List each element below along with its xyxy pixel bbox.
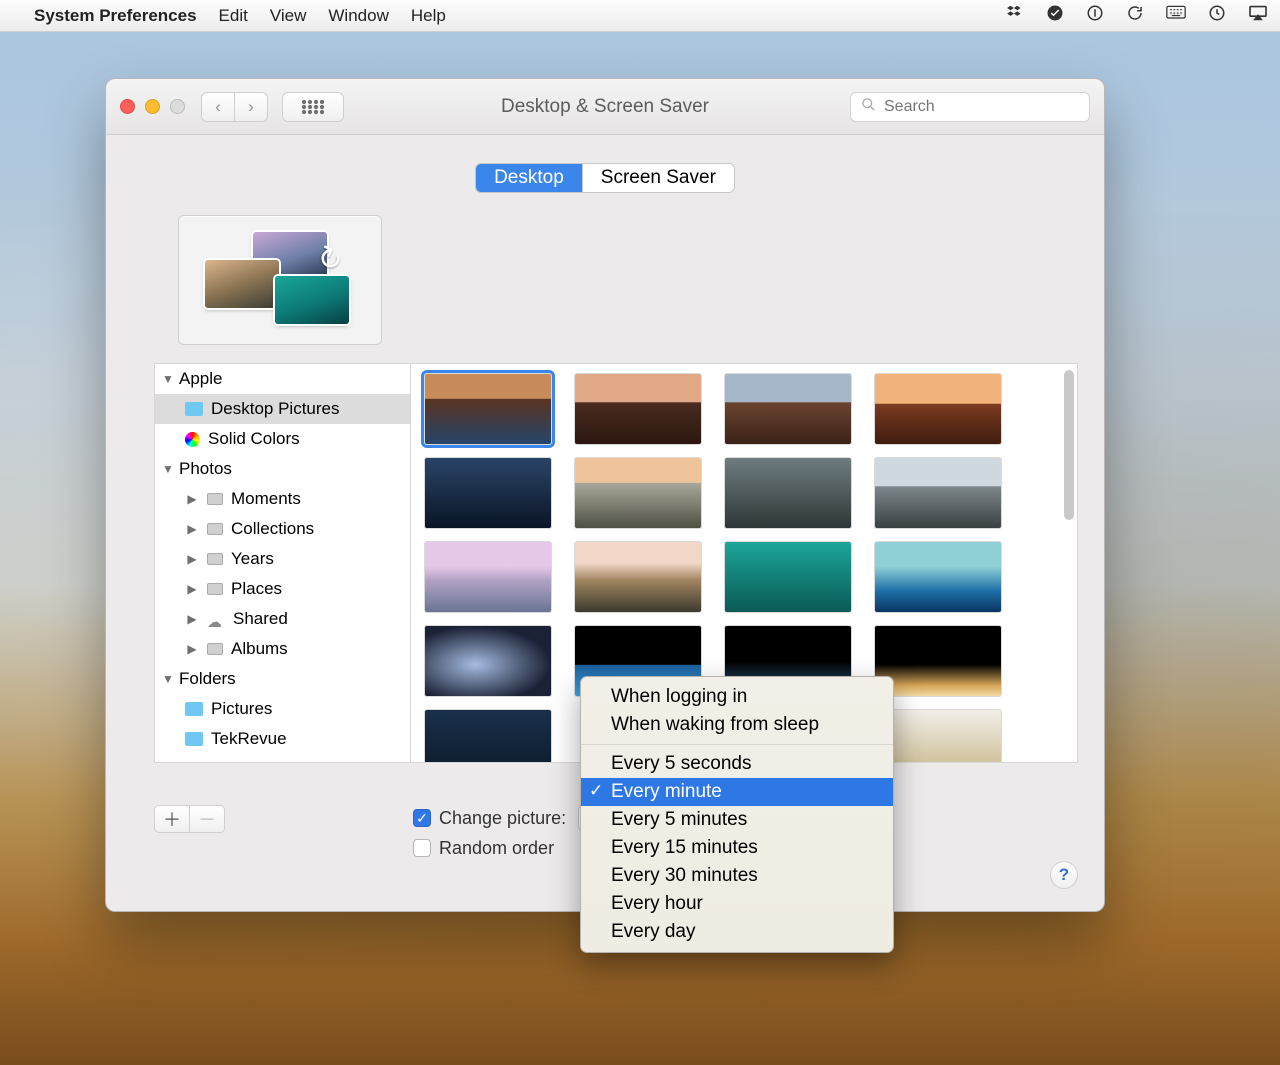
wallpaper-thumb[interactable]: [425, 710, 551, 763]
menu-option-every-day[interactable]: Every day: [581, 918, 893, 946]
wallpaper-thumb[interactable]: [725, 374, 851, 444]
group-photos[interactable]: Photos: [155, 454, 410, 484]
checkmark-circle-icon[interactable]: [1046, 4, 1064, 27]
menu-option-when-waking[interactable]: When waking from sleep: [581, 711, 893, 739]
show-all-button[interactable]: [282, 92, 344, 122]
item-albums[interactable]: Albums: [155, 634, 410, 664]
wallpaper-thumb[interactable]: [575, 458, 701, 528]
scrollbar-thumb[interactable]: [1064, 370, 1074, 520]
menu-help[interactable]: Help: [411, 6, 446, 26]
item-years[interactable]: Years: [155, 544, 410, 574]
menubar: System Preferences Edit View Window Help: [0, 0, 1280, 32]
menu-edit[interactable]: Edit: [219, 6, 248, 26]
forward-button[interactable]: ›: [234, 92, 268, 122]
menu-option-30-minutes[interactable]: Every 30 minutes: [581, 862, 893, 890]
add-folder-button[interactable]: ＋: [154, 805, 190, 833]
wallpaper-thumb[interactable]: [725, 458, 851, 528]
folder-icon: [185, 732, 203, 746]
search-input[interactable]: [882, 97, 1079, 117]
folder-icon: [185, 402, 203, 416]
menu-option-5-seconds[interactable]: Every 5 seconds: [581, 750, 893, 778]
onepassword-icon[interactable]: [1086, 4, 1104, 27]
item-moments[interactable]: Moments: [155, 484, 410, 514]
item-pictures-folder[interactable]: Pictures: [155, 694, 410, 724]
item-places[interactable]: Places: [155, 574, 410, 604]
album-icon: [207, 553, 223, 565]
wallpaper-thumb[interactable]: [425, 458, 551, 528]
group-folders[interactable]: Folders: [155, 664, 410, 694]
titlebar: ‹ › Desktop & Screen Saver: [106, 79, 1104, 135]
preview-thumb: [205, 260, 279, 308]
change-picture-label: Change picture:: [439, 808, 566, 829]
menu-option-when-logging-in[interactable]: When logging in: [581, 683, 893, 711]
tab-desktop[interactable]: Desktop: [476, 164, 582, 192]
menu-separator: [581, 744, 893, 745]
wallpaper-thumb[interactable]: [725, 542, 851, 612]
back-button[interactable]: ‹: [201, 92, 235, 122]
group-apple[interactable]: Apple: [155, 364, 410, 394]
random-order-checkbox[interactable]: [413, 839, 431, 857]
search-icon: [861, 97, 876, 117]
keyboard-icon[interactable]: [1166, 5, 1186, 26]
help-button[interactable]: ?: [1050, 861, 1078, 889]
zoom-button: [170, 99, 185, 114]
airplay-icon[interactable]: [1248, 5, 1268, 26]
dropbox-icon[interactable]: [1006, 4, 1024, 27]
menu-option-15-minutes[interactable]: Every 15 minutes: [581, 834, 893, 862]
refresh-icon[interactable]: [1126, 4, 1144, 27]
menu-window[interactable]: Window: [328, 6, 388, 26]
album-icon: [207, 583, 223, 595]
search-field[interactable]: [850, 92, 1090, 122]
menu-option-every-minute[interactable]: Every minute: [581, 778, 893, 806]
minimize-button[interactable]: [145, 99, 160, 114]
app-menu[interactable]: System Preferences: [34, 6, 197, 26]
preview-thumb: [275, 276, 349, 324]
wallpaper-thumb[interactable]: [575, 542, 701, 612]
menu-option-5-minutes[interactable]: Every 5 minutes: [581, 806, 893, 834]
timemachine-icon[interactable]: [1208, 4, 1226, 27]
item-shared[interactable]: Shared: [155, 604, 410, 634]
item-tekrevue-folder[interactable]: TekRevue: [155, 724, 410, 754]
album-icon: [207, 643, 223, 655]
current-wallpaper-preview: ↻: [178, 215, 382, 345]
color-wheel-icon: [185, 432, 200, 447]
close-button[interactable]: [120, 99, 135, 114]
album-icon: [207, 523, 223, 535]
source-list[interactable]: Apple Desktop Pictures Solid Colors Phot…: [154, 363, 410, 763]
item-solid-colors[interactable]: Solid Colors: [155, 424, 410, 454]
interval-menu[interactable]: When logging in When waking from sleep E…: [580, 676, 894, 953]
wallpaper-thumb[interactable]: [875, 542, 1001, 612]
change-picture-checkbox[interactable]: ✓: [413, 809, 431, 827]
wallpaper-thumb[interactable]: [875, 374, 1001, 444]
wallpaper-thumb[interactable]: [425, 626, 551, 696]
menu-view[interactable]: View: [270, 6, 307, 26]
tab-screensaver[interactable]: Screen Saver: [582, 164, 734, 192]
menu-option-every-hour[interactable]: Every hour: [581, 890, 893, 918]
item-collections[interactable]: Collections: [155, 514, 410, 544]
folder-icon: [185, 702, 203, 716]
tab-bar: Desktop Screen Saver: [475, 163, 735, 193]
wallpaper-thumb[interactable]: [425, 374, 551, 444]
album-icon: [207, 493, 223, 505]
wallpaper-thumb[interactable]: [425, 542, 551, 612]
wallpaper-thumb[interactable]: [875, 458, 1001, 528]
cloud-icon: [207, 612, 225, 626]
random-order-label: Random order: [439, 838, 554, 859]
item-desktop-pictures[interactable]: Desktop Pictures: [155, 394, 410, 424]
wallpaper-thumb[interactable]: [575, 374, 701, 444]
remove-folder-button[interactable]: －: [189, 805, 225, 833]
